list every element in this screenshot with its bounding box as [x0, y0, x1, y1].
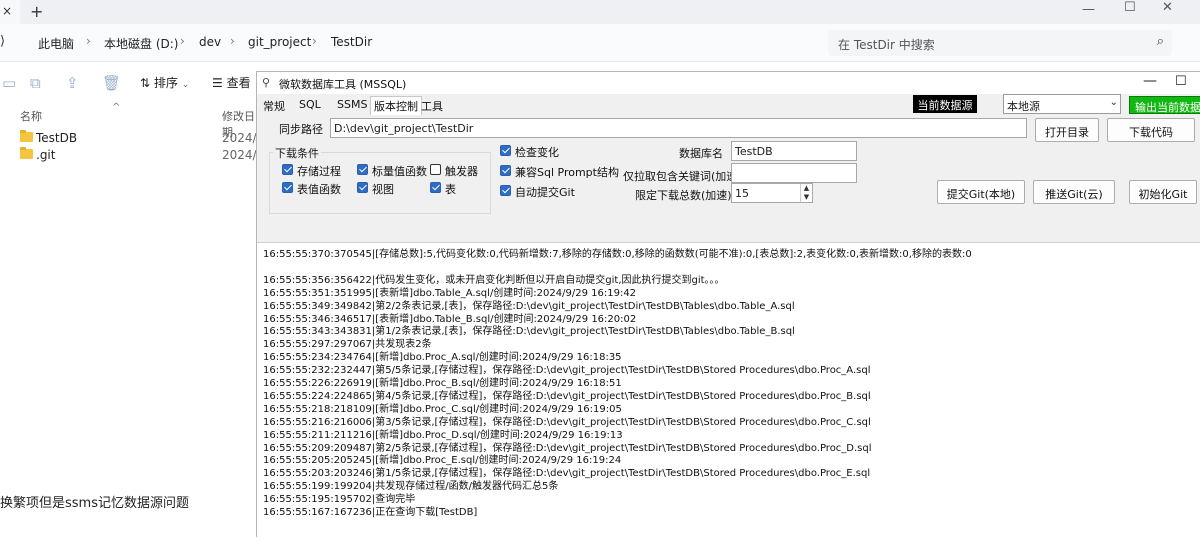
column-name-header[interactable]: 名称 — [20, 108, 42, 124]
db-name-input[interactable]: TestDB — [731, 141, 857, 161]
checkbox-label: 触发器 — [445, 165, 478, 178]
db-name-label: 数据库名 — [679, 147, 723, 160]
log-output[interactable]: 16:55:55:370:370545|[存储总数]:5,代码变化数:0,代码新… — [257, 242, 1200, 538]
sync-path-label: 同步路径 — [279, 123, 323, 136]
chevron-right-icon: › — [312, 34, 317, 48]
datasource-label: 当前数据源 — [913, 95, 977, 113]
stepper-up-icon[interactable]: ▲ — [800, 184, 812, 193]
datasource-value: 本地源 — [1007, 100, 1040, 113]
minimize-icon[interactable]: — — [1143, 73, 1157, 89]
checkbox-label: 标量值函数 — [372, 165, 427, 178]
checkbox-tables[interactable] — [430, 182, 441, 193]
file-name: TestDB — [36, 131, 78, 145]
menu-ssms[interactable]: SSMS — [337, 98, 367, 111]
limit-label: 限定下载总数(加速) — [635, 189, 732, 202]
new-tab-button[interactable]: + — [30, 2, 43, 21]
checkbox-check-changes[interactable] — [500, 145, 511, 156]
maximize-icon[interactable]: ☐ — [1124, 0, 1136, 15]
app-icon: ⚲ — [262, 76, 271, 89]
folder-icon — [20, 147, 33, 159]
chevron-right-icon: › — [86, 34, 91, 48]
log-line: 16:55:55:370:370545|[存储总数]:5,代码变化数:0,代码新… — [263, 249, 972, 260]
sort-label: 排序 — [153, 76, 178, 90]
keyword-input[interactable] — [731, 163, 857, 183]
search-icon: ⌕ — [1156, 34, 1164, 49]
checkbox-label: 表值函数 — [297, 183, 341, 196]
file-name: .git — [36, 148, 56, 162]
chevron-right-icon: › — [180, 34, 185, 48]
checkbox-table-functions[interactable] — [282, 182, 293, 193]
sort-icon: ⇅ — [140, 76, 151, 90]
checkbox-label: 兼容Sql Prompt结构 — [515, 166, 619, 179]
view-button[interactable]: ☰ 查看 — [212, 74, 251, 91]
menu-general[interactable]: 常规 — [263, 98, 285, 114]
log-line: 16:55:55:167:167236|正在查询下载[TestDB] — [263, 507, 478, 518]
tool-title-bar: ⚲ 微软数据库工具 (MSSQL) — ☐ — [257, 72, 1200, 94]
version-control-panel: 同步路径 D:\dev\git_project\TestDir 打开目录 下载代… — [257, 114, 1200, 242]
share-icon[interactable]: ⇪ — [66, 74, 79, 92]
limit-stepper[interactable]: 15 ▲ ▼ — [731, 183, 813, 203]
back-arrow-icon[interactable]: ⟩ — [0, 34, 5, 49]
cut-icon[interactable]: ▭ — [2, 74, 16, 92]
file-row-testdb[interactable]: TestDB 2024/9/ — [0, 129, 268, 147]
search-placeholder: 在 TestDir 中搜索 — [838, 38, 935, 52]
minimize-icon[interactable]: — — [1082, 2, 1095, 17]
sort-caret-icon: ^ — [112, 102, 121, 113]
checkbox-sql-prompt[interactable] — [500, 165, 511, 176]
push-git-button[interactable]: 推送Git(云) — [1033, 180, 1115, 204]
explorer-tab[interactable]: × — [0, 0, 20, 24]
breadcrumb-this-pc[interactable]: 此电脑 — [38, 35, 74, 52]
menu-sql[interactable]: SQL — [299, 98, 321, 111]
db-tool-window: ⚲ 微软数据库工具 (MSSQL) — ☐ 常规 SQL SSMS 版本控制 工… — [256, 71, 1200, 538]
address-bar: ⟩ 此电脑 › 本地磁盘 (D:) › dev › git_project › … — [0, 24, 1200, 62]
checkbox-label: 表 — [445, 183, 456, 196]
init-git-button[interactable]: 初始化Git — [1129, 180, 1197, 204]
checkbox-label: 视图 — [372, 183, 394, 196]
copy-icon[interactable]: ⧉ — [30, 74, 41, 92]
chevron-down-icon: ⌄ — [181, 80, 190, 90]
explorer-search-input[interactable]: 在 TestDir 中搜索 ⌕ — [828, 30, 1172, 56]
checkbox-stored-procedures[interactable] — [282, 164, 293, 175]
view-label: 查看 — [226, 76, 251, 90]
datasource-select[interactable]: 本地源 ⌄ — [1003, 94, 1121, 114]
sync-path-input[interactable]: D:\dev\git_project\TestDir — [330, 118, 1027, 138]
checkbox-label: 检查变化 — [515, 146, 559, 159]
limit-value: 15 — [735, 187, 749, 200]
download-code-button[interactable]: 下载代码 — [1107, 118, 1195, 142]
chevron-down-icon: ⌄ — [1109, 97, 1118, 108]
maximize-icon[interactable]: ☐ — [1175, 74, 1187, 89]
menu-tools[interactable]: 工具 — [421, 98, 443, 114]
breadcrumb-drive[interactable]: 本地磁盘 (D:) — [104, 35, 178, 52]
breadcrumb-dev[interactable]: dev — [199, 35, 221, 49]
breadcrumb-git-project[interactable]: git_project — [248, 35, 311, 49]
view-icon: ☰ — [212, 76, 223, 90]
explorer-tab-bar: × + — ☐ ✕ — [0, 0, 1200, 24]
chevron-right-icon: › — [230, 34, 235, 48]
output-datasource-button[interactable]: 输出当前数据源 — [1129, 96, 1200, 114]
keyword-label: 仅拉取包含关键词(加速) — [623, 170, 742, 183]
commit-git-button[interactable]: 提交Git(本地) — [937, 180, 1025, 204]
background-text: 换繁项但是ssms记忆数据源问题 — [0, 496, 189, 511]
checkbox-scalar-functions[interactable] — [357, 164, 368, 175]
window-title: 微软数据库工具 (MSSQL) — [279, 78, 407, 91]
checkbox-label: 自动提交Git — [515, 186, 575, 199]
breadcrumb-testdir[interactable]: TestDir — [331, 35, 372, 49]
close-tab-icon[interactable]: × — [2, 4, 12, 18]
folder-icon — [20, 130, 33, 142]
close-window-icon[interactable]: ✕ — [1162, 0, 1173, 15]
file-list-header: ^ 名称 修改日期 — [0, 102, 256, 139]
sort-button[interactable]: ⇅ 排序 ⌄ — [140, 74, 189, 91]
menu-version-control[interactable]: 版本控制 — [370, 96, 422, 115]
delete-icon[interactable]: 🗑 — [102, 74, 121, 92]
open-directory-button[interactable]: 打开目录 — [1035, 118, 1099, 142]
checkbox-triggers[interactable] — [430, 164, 441, 175]
stepper-down-icon[interactable]: ▼ — [800, 193, 812, 202]
file-row-git[interactable]: .git 2024/9/ — [0, 146, 268, 164]
checkbox-label: 存储过程 — [297, 165, 341, 178]
group-title: 下载条件 — [273, 145, 321, 161]
checkbox-views[interactable] — [357, 182, 368, 193]
checkbox-auto-commit-git[interactable] — [500, 185, 511, 196]
